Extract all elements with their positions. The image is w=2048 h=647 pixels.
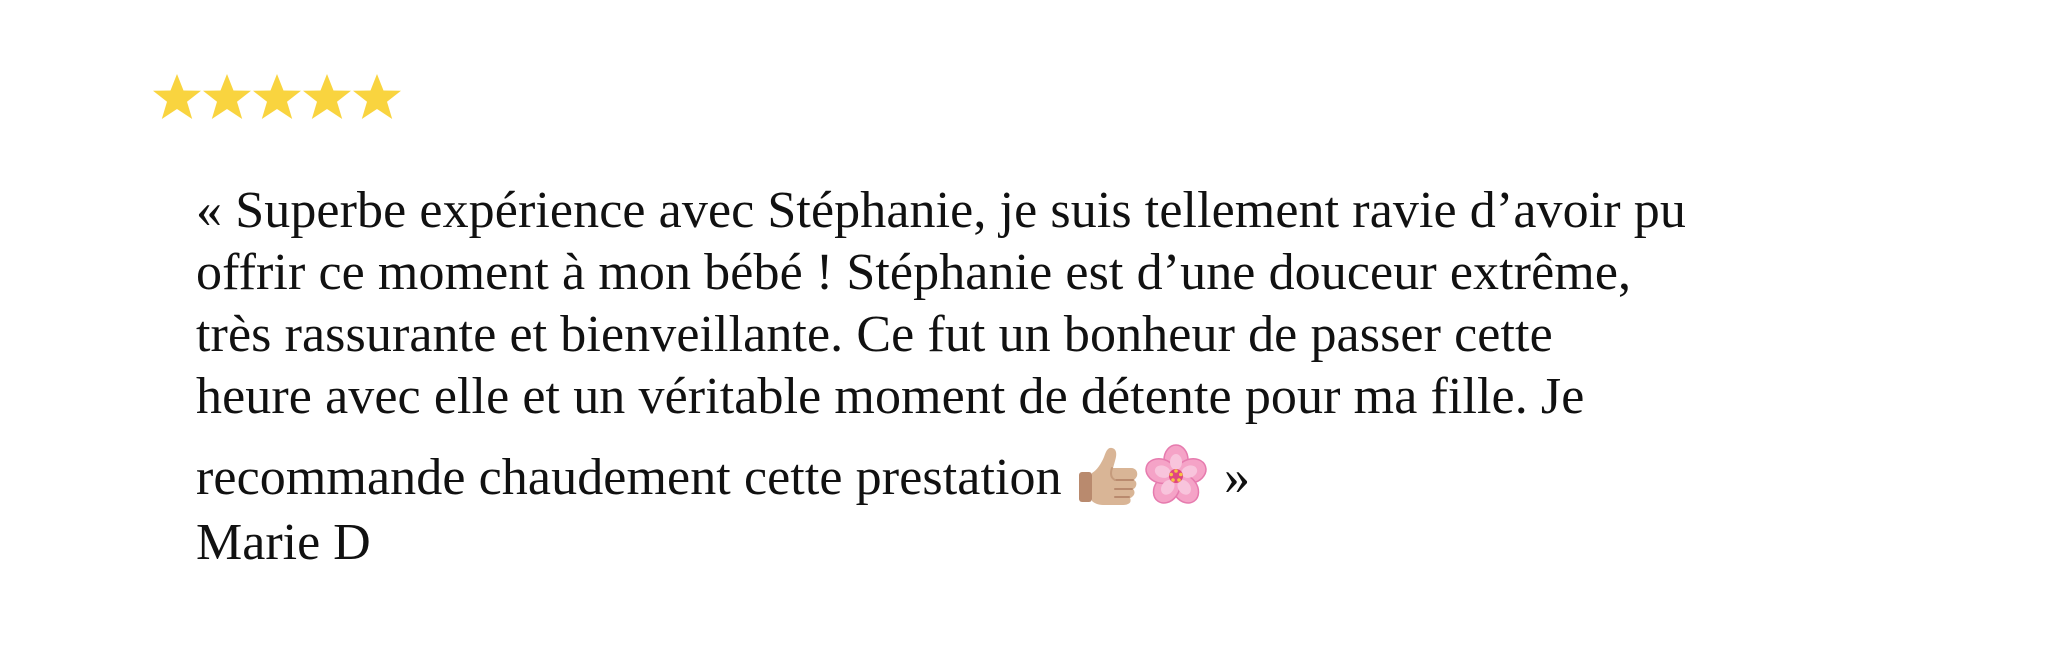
review-author: Marie D — [196, 514, 371, 571]
review-quote: « Superbe expérience avec Stéphanie, je … — [196, 180, 1876, 512]
review-card: « Superbe expérience avec Stéphanie, je … — [0, 0, 2048, 647]
star-icon — [352, 72, 402, 122]
cherry-blossom-icon — [1143, 442, 1209, 508]
star-icon — [302, 72, 352, 122]
review-text-line: très rassurante et bienveillante. Ce fut… — [196, 306, 1553, 363]
review-text-line: « Superbe expérience avec Stéphanie, je … — [196, 182, 1686, 239]
star-icon — [152, 72, 202, 122]
review-text-last-line: recommande chaudement cette prestation » — [196, 428, 1876, 512]
star-rating — [152, 72, 402, 122]
review-text-line: heure avec elle et un véritable moment d… — [196, 368, 1585, 425]
review-text-line: offrir ce moment à mon bébé ! Stéphanie … — [196, 244, 1632, 301]
star-icon — [202, 72, 252, 122]
closing-quote-mark: » — [1210, 449, 1251, 506]
star-icon — [252, 72, 302, 122]
review-text-line: recommande chaudement cette prestation — [196, 449, 1075, 506]
thumbs-up-icon — [1075, 442, 1141, 508]
